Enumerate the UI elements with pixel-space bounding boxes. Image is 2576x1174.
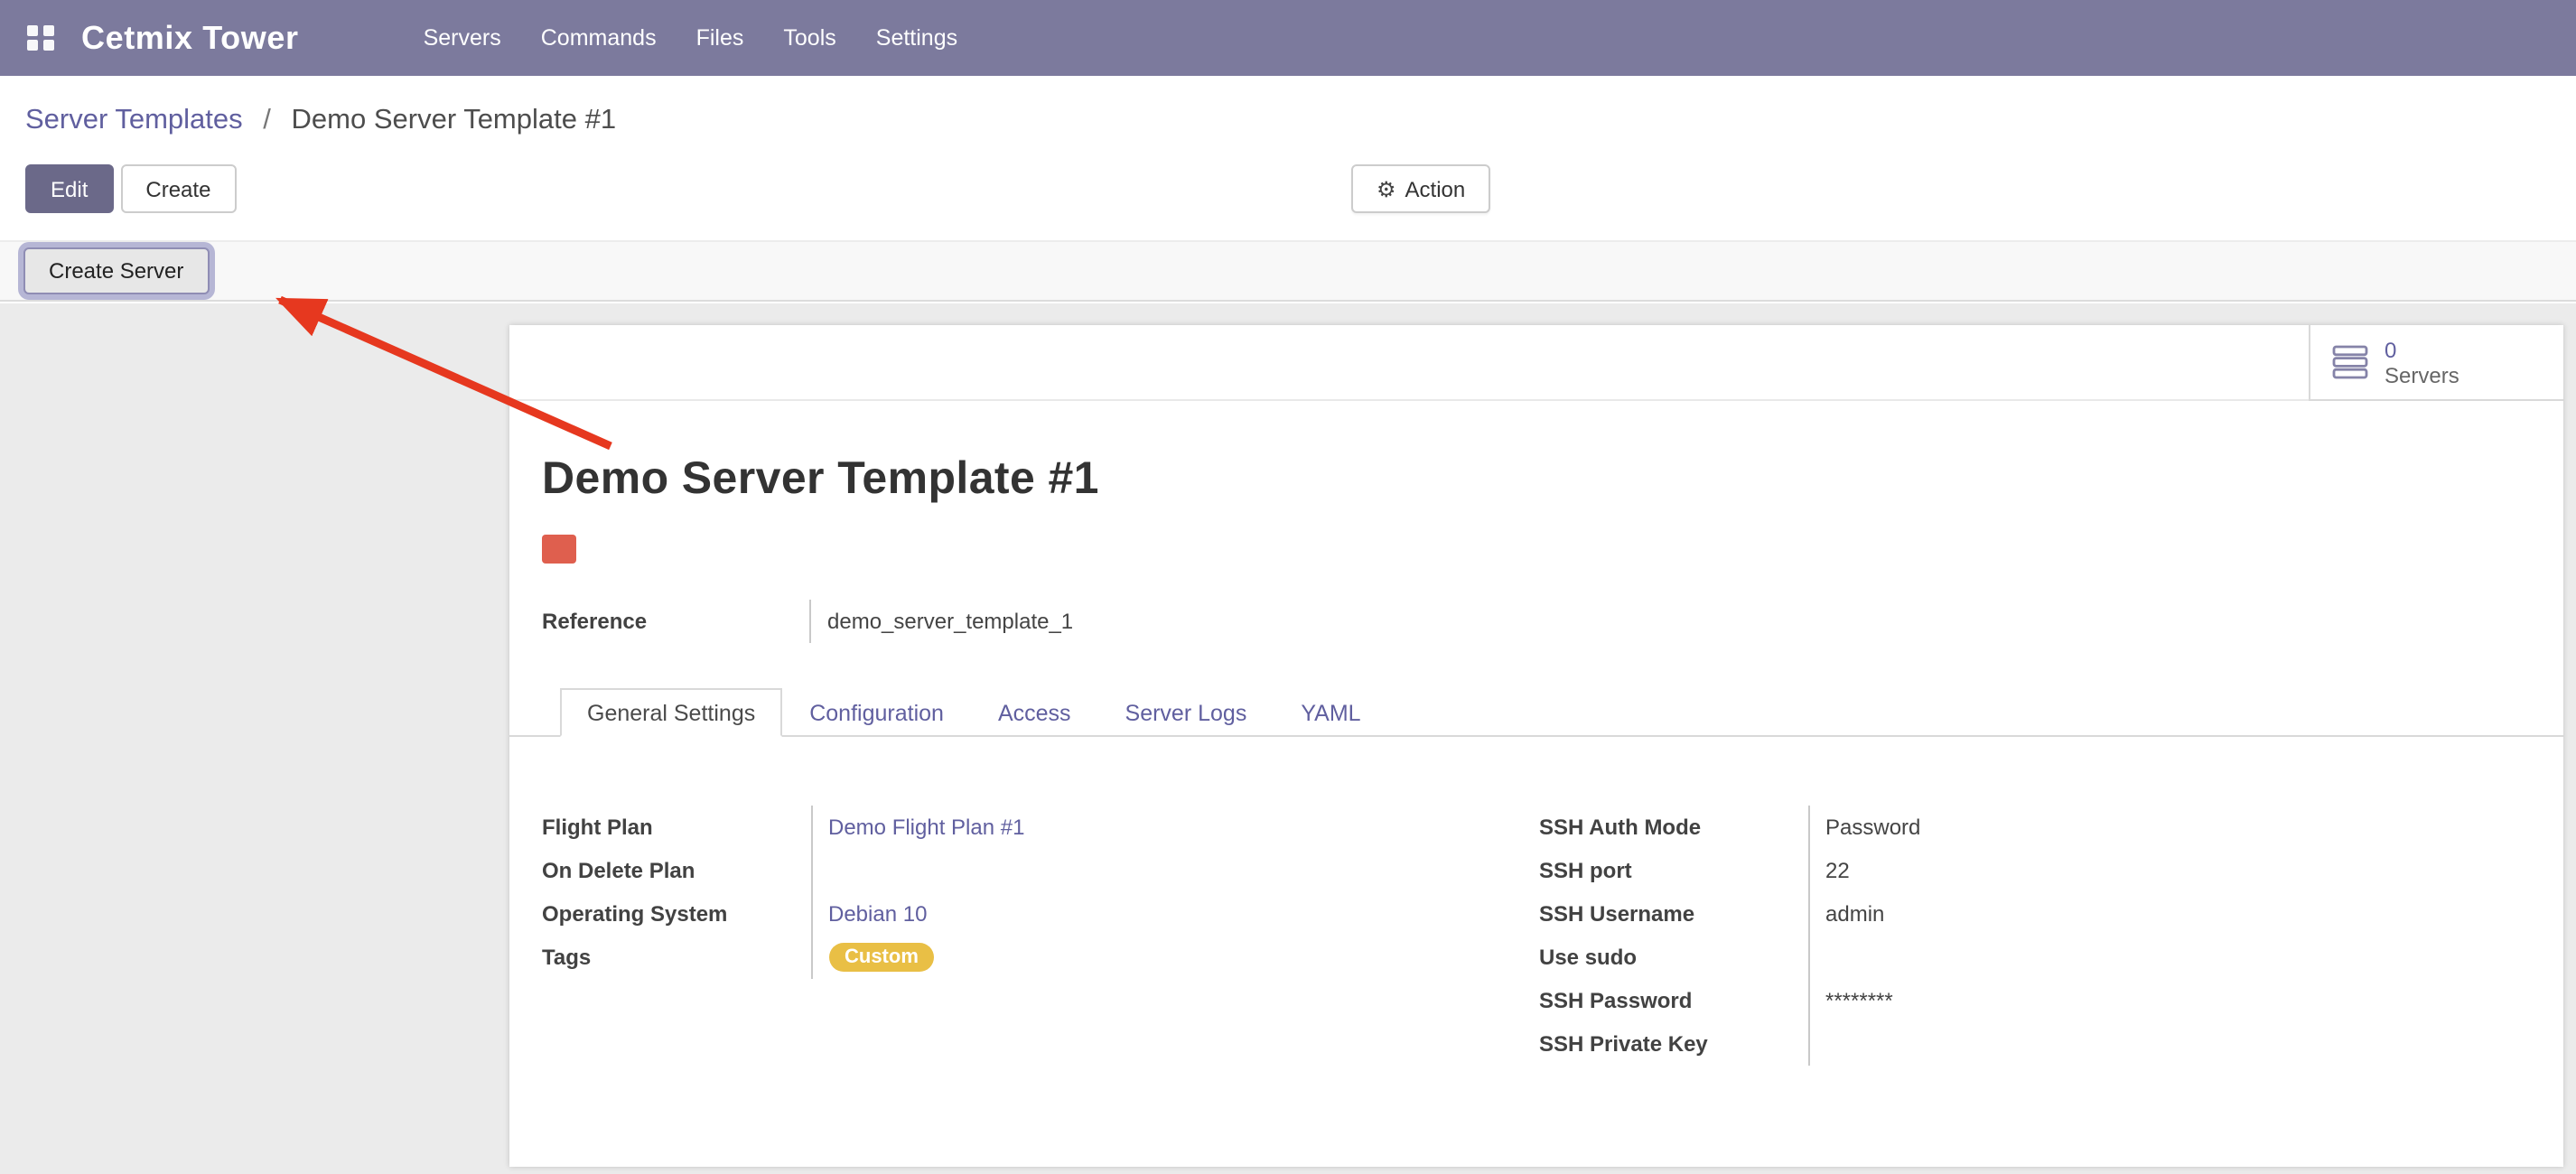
gear-icon: ⚙: [1377, 178, 1396, 200]
menu-servers[interactable]: Servers: [404, 0, 521, 76]
apps-grid-icon[interactable]: [27, 24, 54, 51]
tab-general-settings[interactable]: General Settings: [560, 688, 782, 737]
breadcrumb: Server Templates / Demo Server Template …: [25, 105, 616, 137]
reference-label: Reference: [542, 600, 811, 643]
field-row-tags: Tags Custom: [542, 936, 1499, 979]
breadcrumb-parent-link[interactable]: Server Templates: [25, 105, 243, 135]
field-label: Tags: [542, 936, 811, 979]
button-box: [509, 325, 2563, 401]
action-button[interactable]: ⚙ Action: [1351, 164, 1490, 213]
control-panel-buttons: Edit Create: [25, 164, 236, 213]
on-delete-plan-value: [811, 849, 1499, 892]
servers-count-label: Servers: [2385, 362, 2459, 387]
field-group-left: Flight Plan Demo Flight Plan #1 On Delet…: [542, 806, 1499, 979]
ssh-auth-mode-value: Password: [1808, 806, 2442, 849]
field-row-flight-plan: Flight Plan Demo Flight Plan #1: [542, 806, 1499, 849]
ssh-username-value: admin: [1808, 892, 2442, 936]
ssh-password-value: ********: [1808, 979, 2442, 1022]
ssh-private-key-value: [1808, 1022, 2442, 1066]
tag-badge: Custom: [828, 943, 935, 972]
reference-field: Reference demo_server_template_1: [542, 600, 1073, 643]
field-label: SSH Auth Mode: [1539, 806, 1808, 849]
field-row-on-delete-plan: On Delete Plan: [542, 849, 1499, 892]
servers-stat-button[interactable]: 0 Servers: [2309, 325, 2563, 401]
field-label: SSH Password: [1539, 979, 1808, 1022]
notebook-tabs: General Settings Configuration Access Se…: [509, 688, 2563, 737]
breadcrumb-separator: /: [263, 105, 271, 135]
reference-value: demo_server_template_1: [811, 609, 1073, 634]
app-window: Cetmix Tower Servers Commands Files Tool…: [0, 0, 2576, 1174]
page-title: Demo Server Template #1: [542, 453, 1099, 506]
create-server-button[interactable]: Create Server: [23, 247, 209, 294]
field-row-use-sudo: Use sudo: [1539, 936, 2442, 979]
flight-plan-link[interactable]: Demo Flight Plan #1: [828, 815, 1024, 840]
field-label: SSH Username: [1539, 892, 1808, 936]
menu-commands[interactable]: Commands: [521, 0, 677, 76]
field-label: SSH Private Key: [1539, 1022, 1808, 1066]
field-row-operating-system: Operating System Debian 10: [542, 892, 1499, 936]
tab-configuration[interactable]: Configuration: [782, 688, 971, 737]
servers-icon: [2332, 345, 2368, 379]
field-label: Flight Plan: [542, 806, 811, 849]
field-label: Operating System: [542, 892, 811, 936]
tab-access[interactable]: Access: [971, 688, 1098, 737]
field-label: On Delete Plan: [542, 849, 811, 892]
action-button-label: Action: [1405, 176, 1466, 201]
menu-settings[interactable]: Settings: [856, 0, 977, 76]
field-row-ssh-password: SSH Password ********: [1539, 979, 2442, 1022]
edit-button[interactable]: Edit: [25, 164, 113, 213]
menu-files[interactable]: Files: [677, 0, 764, 76]
field-label: SSH port: [1539, 849, 1808, 892]
color-swatch: [542, 535, 576, 564]
content-background: 0 Servers Demo Server Template #1 Refere…: [0, 303, 2576, 1174]
top-navbar: Cetmix Tower Servers Commands Files Tool…: [0, 0, 2576, 76]
breadcrumb-current: Demo Server Template #1: [292, 105, 617, 135]
servers-count: 0: [2385, 337, 2459, 362]
form-statusbar: Create Server: [0, 240, 2576, 302]
field-label: Use sudo: [1539, 936, 1808, 979]
tab-yaml[interactable]: YAML: [1274, 688, 1387, 737]
field-row-ssh-port: SSH port 22: [1539, 849, 2442, 892]
operating-system-link[interactable]: Debian 10: [828, 901, 927, 927]
field-row-ssh-username: SSH Username admin: [1539, 892, 2442, 936]
field-row-ssh-auth-mode: SSH Auth Mode Password: [1539, 806, 2442, 849]
main-menu: Servers Commands Files Tools Settings: [404, 0, 978, 76]
brand-title[interactable]: Cetmix Tower: [81, 19, 299, 57]
create-button[interactable]: Create: [120, 164, 236, 213]
tab-server-logs[interactable]: Server Logs: [1098, 688, 1274, 737]
menu-tools[interactable]: Tools: [763, 0, 855, 76]
form-sheet: 0 Servers Demo Server Template #1 Refere…: [509, 325, 2563, 1167]
field-group-right: SSH Auth Mode Password SSH port 22 SSH U…: [1539, 806, 2442, 1066]
field-row-ssh-private-key: SSH Private Key: [1539, 1022, 2442, 1066]
use-sudo-value: [1808, 936, 2442, 979]
ssh-port-value: 22: [1808, 849, 2442, 892]
